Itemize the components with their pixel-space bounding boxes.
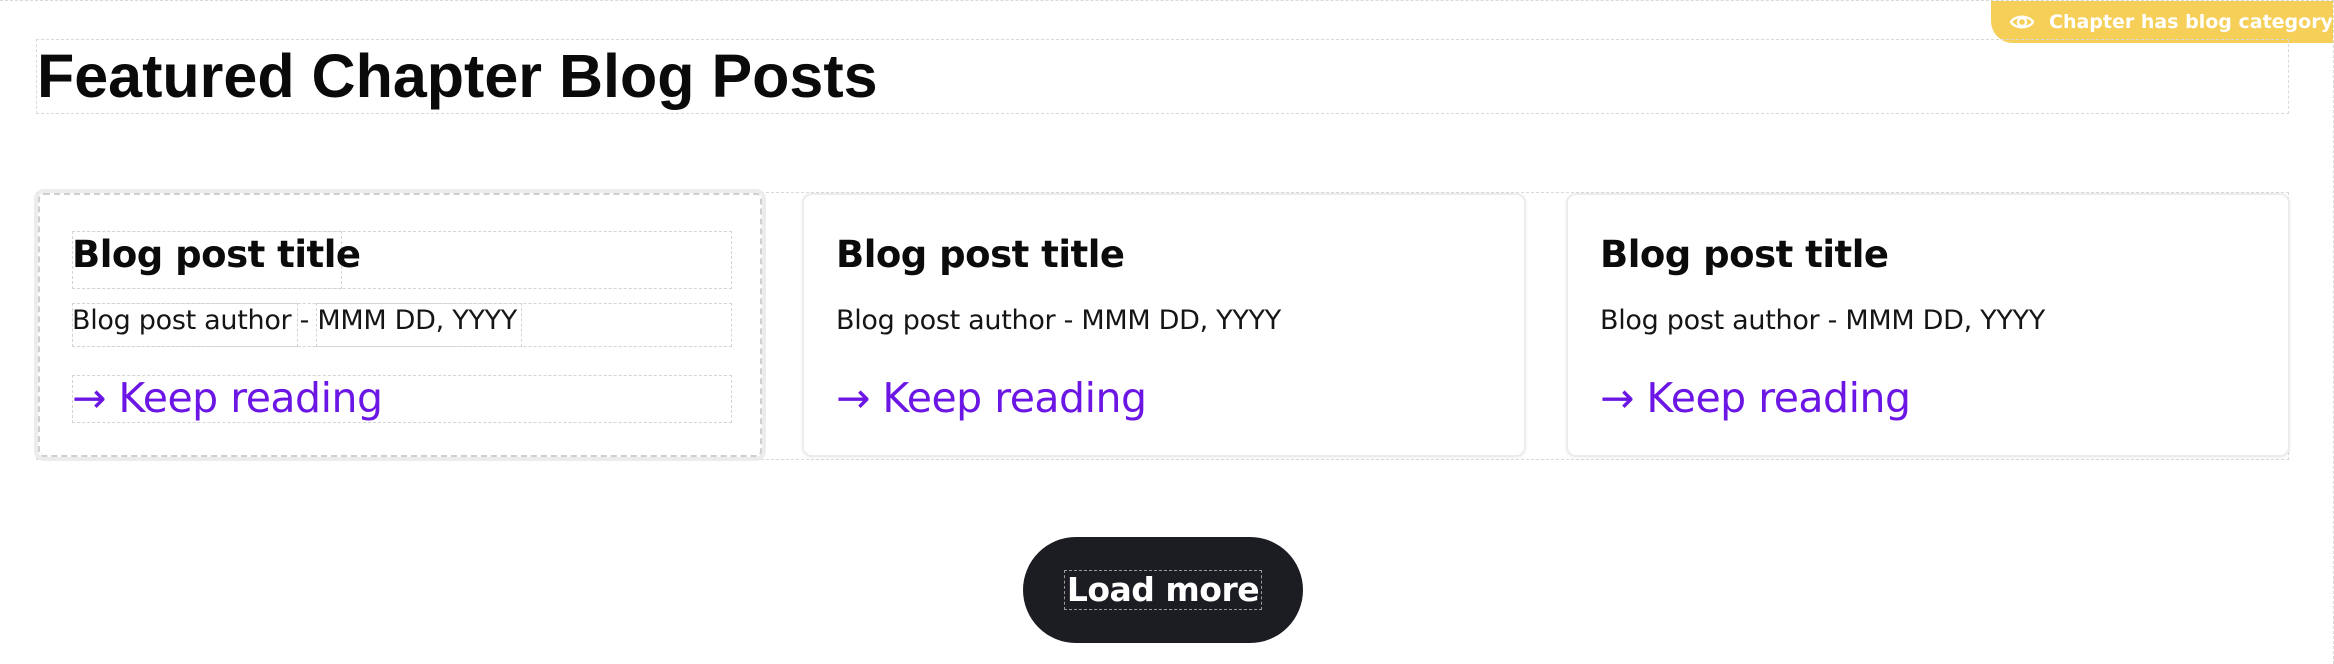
keep-reading-link[interactable]: → Keep reading: [836, 373, 1147, 423]
blog-card[interactable]: Blog post title Blog post author - MMM D…: [34, 189, 766, 461]
blog-post-title[interactable]: Blog post title: [836, 231, 1125, 279]
blog-post-title[interactable]: Blog post title: [1600, 231, 1889, 279]
blog-post-title[interactable]: Blog post title: [72, 231, 361, 279]
blog-post-date: MMM DD, YYYY: [317, 305, 517, 336]
eye-icon: [2009, 9, 2035, 35]
blog-post-meta: Blog post author - MMM DD, YYYY: [72, 303, 517, 339]
load-more-label: Load more: [1063, 570, 1263, 610]
blog-card[interactable]: Blog post title Blog post author - MMM D…: [1566, 193, 2290, 457]
condition-badge-label: Chapter has blog category: [2049, 11, 2333, 33]
load-more-button[interactable]: Load more: [1023, 537, 1303, 643]
section-heading: Featured Chapter Blog Posts: [37, 42, 878, 110]
blog-post-author: Blog post author: [72, 305, 292, 336]
page: Chapter has blog category Featured Chapt…: [0, 0, 2334, 664]
keep-reading-link[interactable]: → Keep reading: [1600, 373, 1911, 423]
blog-post-meta: Blog post author - MMM DD, YYYY: [836, 305, 1281, 336]
meta-separator: -: [299, 305, 310, 336]
keep-reading-link[interactable]: → Keep reading: [72, 373, 383, 423]
blog-post-meta: Blog post author - MMM DD, YYYY: [1600, 305, 2045, 336]
blog-card[interactable]: Blog post title Blog post author - MMM D…: [802, 193, 1526, 457]
condition-badge[interactable]: Chapter has blog category: [1991, 1, 2333, 43]
